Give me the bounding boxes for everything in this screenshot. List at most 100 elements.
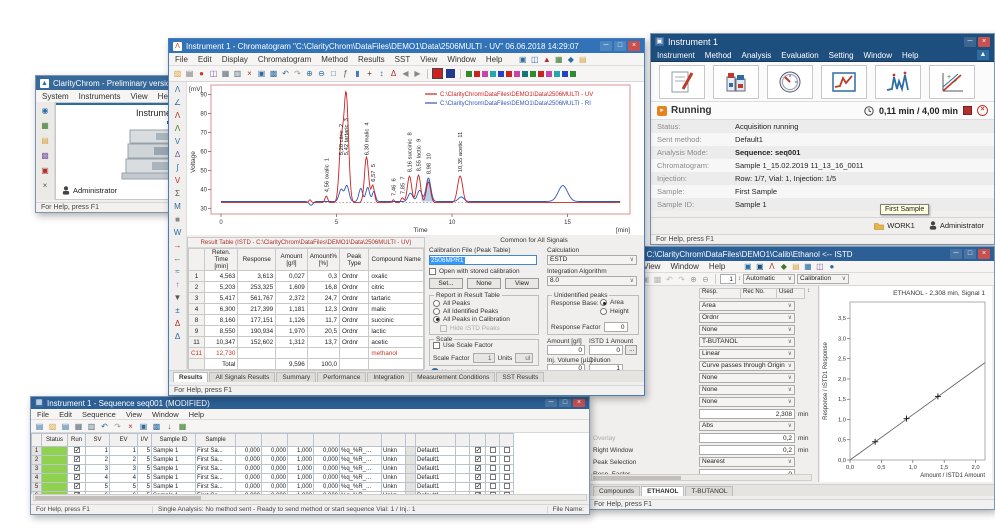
cell[interactable] (500, 474, 514, 483)
column-header-item[interactable] (262, 434, 288, 447)
cell[interactable]: 0,000 (314, 456, 340, 465)
close-button[interactable]: × (628, 41, 640, 51)
minimize-button[interactable]: ─ (600, 41, 612, 51)
valley-to-valley-tool-icon[interactable]: W (172, 227, 183, 238)
cell[interactable]: 0,000 (314, 465, 340, 474)
signal-swatch-3[interactable] (482, 71, 488, 77)
open-stored-calibration-checkbox[interactable] (429, 268, 436, 275)
instrument-titlebar[interactable]: ▣ Instrument 1 ─ × (651, 34, 994, 49)
signal-swatch-7[interactable] (514, 71, 520, 77)
cell[interactable]: Sample 1 (152, 447, 196, 456)
forward-horizon-tool-icon[interactable]: → (172, 240, 183, 251)
signal-swatch-14[interactable] (570, 71, 576, 77)
undo-icon[interactable]: ↶ (99, 421, 110, 432)
calibration-curve-chart[interactable]: ETHANOL - 2,308 min, Signal 10,00,51,01,… (820, 286, 994, 484)
help-icon[interactable]: ● (826, 261, 837, 272)
tab-compounds[interactable]: Compounds (593, 486, 640, 496)
column-header-item[interactable] (314, 434, 340, 447)
scale-icon[interactable]: Δ (388, 68, 399, 79)
table-icon[interactable]: ▦ (553, 54, 564, 65)
signal-swatch-6[interactable] (506, 71, 512, 77)
cell[interactable]: 5 (138, 456, 152, 465)
menu-evaluation[interactable]: Evaluation (780, 51, 819, 60)
cell[interactable]: 3 (110, 465, 138, 474)
menu-window[interactable]: Window (446, 55, 476, 64)
cell[interactable] (456, 483, 470, 492)
cell[interactable]: First Sa... (196, 465, 236, 474)
maximize-button[interactable]: □ (964, 249, 976, 259)
signal-swatch-13[interactable] (562, 71, 568, 77)
copy-icon[interactable]: ▣ (256, 68, 267, 79)
tab-all-signals-results[interactable]: All Signals Results (209, 372, 275, 382)
cell[interactable] (470, 474, 486, 483)
column-header[interactable]: Used (777, 288, 805, 299)
response-factor-input[interactable]: 0 (604, 322, 628, 332)
print-preview-icon[interactable]: ▥ (86, 421, 97, 432)
istd-amount-more-button[interactable]: ... (625, 345, 637, 355)
amount-input[interactable]: 0 (547, 345, 585, 355)
menu-instruments[interactable]: Instruments (78, 92, 122, 101)
menu-file[interactable]: File (36, 410, 50, 419)
overlay-icon[interactable]: ▣ (517, 54, 528, 65)
cut-noise-tool-icon[interactable]: ≈ (172, 266, 183, 277)
column-header-compound-name[interactable]: Compound Name (369, 249, 424, 271)
new-sequence-icon[interactable]: ▤ (34, 421, 45, 432)
signal-swatch-8[interactable] (522, 71, 528, 77)
cell[interactable]: Unkn (382, 447, 406, 456)
select-tool-icon[interactable]: Λ (172, 84, 183, 95)
properties-icon[interactable]: ƒ (340, 68, 351, 79)
device-monitor-icon[interactable] (767, 65, 813, 99)
menu-analysis[interactable]: Analysis (740, 51, 772, 60)
menu-sequence[interactable]: Sequence (81, 410, 117, 419)
cell[interactable]: 0,000 (314, 483, 340, 492)
cell[interactable] (470, 483, 486, 492)
cell[interactable] (68, 483, 86, 492)
option-checkbox[interactable] (475, 474, 481, 480)
negative-peak-tool-icon[interactable]: V (172, 175, 183, 186)
close-button[interactable]: × (978, 249, 990, 259)
cell[interactable]: Unkn (382, 483, 406, 492)
cell[interactable]: %q_%R_... (340, 456, 382, 465)
none-button[interactable]: None (467, 278, 501, 289)
close-button[interactable]: × (573, 399, 585, 407)
cell[interactable]: Unkn (382, 474, 406, 483)
cell[interactable] (406, 483, 416, 492)
menu-help[interactable]: Help (188, 410, 205, 419)
threshold-tool-icon[interactable]: ± (172, 305, 183, 316)
status-cell[interactable] (42, 465, 68, 474)
redo-icon[interactable]: ↷ (676, 274, 687, 285)
column-header-run[interactable]: Run (68, 434, 86, 447)
menu-file[interactable]: File (174, 55, 189, 64)
option-checkbox[interactable] (490, 483, 496, 489)
cell[interactable] (486, 474, 500, 483)
option-checkbox[interactable] (490, 456, 496, 462)
peaks-icon[interactable]: Λ (766, 261, 777, 272)
property-select-item[interactable]: Ordnr∨ (699, 313, 795, 323)
menu-edit[interactable]: Edit (58, 410, 73, 419)
cell[interactable] (406, 474, 416, 483)
column-header-peak-type[interactable]: Peak Type (340, 249, 369, 271)
cell[interactable]: Sample 1 (152, 474, 196, 483)
cell[interactable]: 5 (138, 474, 152, 483)
signal-swatch-5[interactable] (498, 71, 504, 77)
cell[interactable]: Default1 (416, 465, 456, 474)
column-header-item[interactable] (288, 434, 314, 447)
backward-horizon-tool-icon[interactable]: ← (172, 253, 183, 264)
column-header-sample-id[interactable]: Sample ID (152, 434, 196, 447)
cell[interactable]: 0,000 (262, 465, 288, 474)
property-select-item[interactable]: T-BUTANOL∨ (699, 337, 795, 347)
unzoom-icon[interactable]: ↕ (376, 68, 387, 79)
column-header-item[interactable] (470, 434, 486, 447)
cell[interactable]: %q_%R_... (340, 465, 382, 474)
cell[interactable] (486, 483, 500, 492)
report-option-all-identified-peaks[interactable]: All Identified Peaks (433, 307, 536, 315)
cell[interactable]: 1 (110, 447, 138, 456)
menu-instrument[interactable]: Instrument (656, 51, 696, 60)
status-cell[interactable] (42, 447, 68, 456)
active-signal-swatch[interactable] (433, 69, 442, 78)
cell[interactable] (470, 447, 486, 456)
cell[interactable]: 5 (138, 465, 152, 474)
cell[interactable]: First Sa... (196, 474, 236, 483)
compound-icon[interactable]: ◆ (778, 261, 789, 272)
cell[interactable] (500, 456, 514, 465)
